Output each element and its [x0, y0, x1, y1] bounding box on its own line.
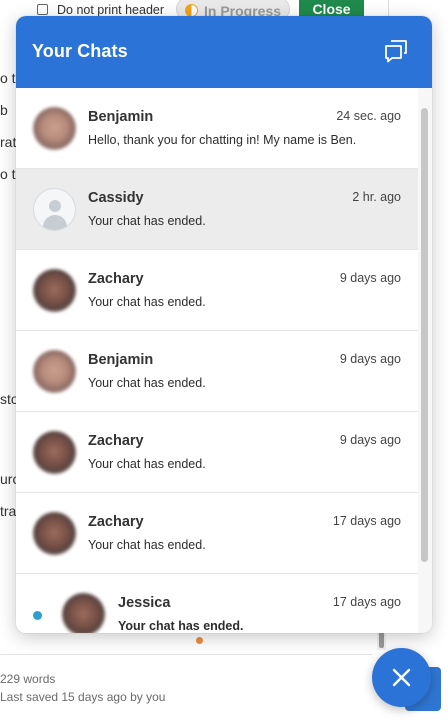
- word-count: 229 words: [0, 672, 56, 686]
- avatar: [33, 512, 76, 555]
- last-saved-text: Last saved 15 days ago by you: [0, 690, 166, 704]
- chat-timestamp: 9 days ago: [339, 433, 401, 447]
- print-header-checkbox[interactable]: [37, 4, 48, 15]
- chat-list[interactable]: Benjamin 24 sec. ago Hello, thank you fo…: [16, 88, 418, 633]
- print-header-label: Do not print header: [57, 3, 165, 17]
- document-scrollbar-thumb[interactable]: [379, 632, 384, 648]
- chat-timestamp: 17 days ago: [332, 595, 401, 609]
- avatar: [33, 107, 76, 150]
- chat-last-message: Your chat has ended.: [88, 376, 206, 390]
- chat-contact-name: Zachary: [88, 433, 144, 449]
- chat-widget-title: Your Chats: [32, 41, 128, 61]
- chat-widget: Your Chats Benjamin 24 sec. ago Hello, t…: [16, 16, 432, 633]
- chat-list-item[interactable]: Benjamin 9 days ago Your chat has ended.: [16, 331, 418, 412]
- chat-last-message: Your chat has ended.: [118, 619, 244, 633]
- default-avatar-icon: [33, 188, 76, 231]
- document-text-fragment: o t: [0, 166, 16, 182]
- avatar-head-shape: [49, 200, 61, 212]
- chat-list-item[interactable]: Zachary 9 days ago Your chat has ended.: [16, 250, 418, 331]
- document-text-fragment: tra: [0, 503, 17, 519]
- avatar-body-shape: [43, 215, 67, 230]
- chat-timestamp: 24 sec. ago: [336, 109, 401, 123]
- close-icon: [392, 668, 411, 687]
- chat-widget-header: Your Chats: [16, 16, 432, 88]
- chat-list-item[interactable]: Jessica 17 days ago Your chat has ended.: [16, 574, 418, 633]
- chat-list-scrollbar-thumb[interactable]: [421, 108, 428, 562]
- chat-launcher-close-button[interactable]: [372, 648, 431, 707]
- avatar: [62, 593, 105, 633]
- chat-timestamp: 9 days ago: [339, 271, 401, 285]
- chat-contact-name: Benjamin: [88, 352, 154, 368]
- chat-contact-name: Jessica: [118, 595, 171, 611]
- avatar: [33, 431, 76, 474]
- new-chat-icon[interactable]: [383, 38, 409, 64]
- chat-contact-name: Benjamin: [88, 109, 154, 125]
- unread-indicator-dot: [33, 611, 42, 620]
- avatar: [33, 350, 76, 393]
- chat-contact-name: Cassidy: [88, 190, 144, 206]
- chat-last-message: Your chat has ended.: [88, 295, 206, 309]
- chat-list-item[interactable]: Zachary 17 days ago Your chat has ended.: [16, 493, 418, 574]
- chat-timestamp: 2 hr. ago: [352, 190, 401, 204]
- document-text-fragment: b: [0, 102, 8, 118]
- footer-divider: [0, 654, 372, 655]
- page-indicator-dot: [196, 637, 203, 644]
- chat-timestamp: 9 days ago: [339, 352, 401, 366]
- chat-list-item[interactable]: Cassidy 2 hr. ago Your chat has ended.: [16, 169, 418, 250]
- document-text-fragment: rat: [0, 134, 17, 150]
- avatar: [33, 269, 76, 312]
- document-text-fragment: o t: [0, 70, 16, 86]
- chat-contact-name: Zachary: [88, 514, 144, 530]
- chat-contact-name: Zachary: [88, 271, 144, 287]
- chat-last-message: Your chat has ended.: [88, 457, 206, 471]
- chat-list-item[interactable]: Zachary 9 days ago Your chat has ended.: [16, 412, 418, 493]
- chat-timestamp: 17 days ago: [332, 514, 401, 528]
- chat-last-message: Hello, thank you for chatting in! My nam…: [88, 133, 357, 147]
- chat-last-message: Your chat has ended.: [88, 214, 206, 228]
- chat-list-item[interactable]: Benjamin 24 sec. ago Hello, thank you fo…: [16, 88, 418, 169]
- chat-last-message: Your chat has ended.: [88, 538, 206, 552]
